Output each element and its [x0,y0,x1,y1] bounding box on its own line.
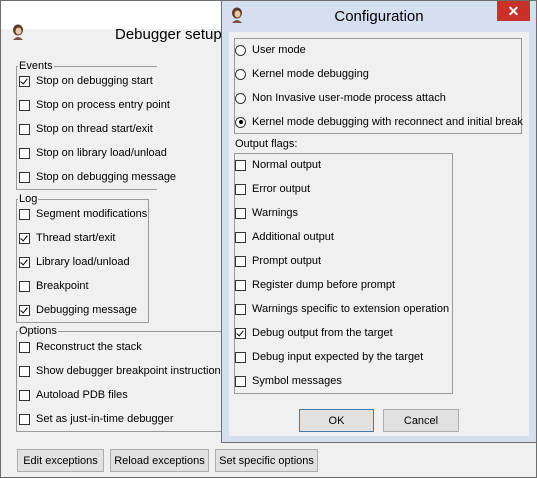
checkbox-icon[interactable] [19,232,30,244]
app-portrait-icon [13,24,23,40]
output-flag-checkbox-label: Warnings [252,207,299,219]
output-flags-label: Output flags: [235,138,298,150]
events-checkbox-label: Stop on debugging start [36,75,153,87]
checkbox-icon[interactable] [19,280,30,292]
output-flag-checkbox-prompt-output[interactable]: Prompt output [235,253,321,269]
checkbox-icon[interactable] [235,279,246,291]
output-flag-checkbox-label: Register dump before prompt [252,279,396,291]
checkbox-icon[interactable] [235,375,246,387]
checkbox-icon[interactable] [19,75,30,87]
options-group-title: Options [18,325,58,337]
log-checkbox-library-load-unload[interactable]: Library load/unload [19,254,130,270]
options-checkbox-label: Set as just-in-time debugger [36,413,174,425]
events-checkbox-stop-on-library-load-unload[interactable]: Stop on library load/unload [19,145,167,161]
output-flag-checkbox-label: Prompt output [252,255,322,267]
output-flag-checkbox-label: Debug output from the target [252,327,393,339]
reload-exceptions-button[interactable]: Reload exceptions [110,449,209,472]
set-specific-options-button[interactable]: Set specific options [215,449,318,472]
mode-radio-kernel-mode-debugging[interactable]: Kernel mode debugging [235,66,369,82]
log-checkbox-label: Thread start/exit [36,232,116,244]
output-flag-checkbox-label: Additional output [252,231,334,243]
radio-button-icon[interactable] [235,92,246,104]
ok-button[interactable]: OK [299,409,374,432]
mode-radio-label: Kernel mode debugging [252,68,369,80]
log-checkbox-label: Library load/unload [36,256,130,268]
options-checkbox-label: Autoload PDB files [36,389,128,401]
checkbox-icon[interactable] [19,99,30,111]
radio-button-icon[interactable] [235,116,246,128]
checkbox-icon[interactable] [235,207,246,219]
events-checkbox-label: Stop on debugging message [36,171,177,183]
checkbox-icon[interactable] [235,255,246,267]
output-flag-checkbox-label: Symbol messages [252,375,342,387]
checkbox-icon[interactable] [19,341,30,353]
output-flag-checkbox-label: Error output [252,183,311,195]
checkbox-icon[interactable] [235,183,246,195]
log-checkbox-label: Breakpoint [36,280,89,292]
checkbox-icon[interactable] [19,123,30,135]
mode-radio-kernel-mode-debugging-with-reconnect-and-initial-break[interactable]: Kernel mode debugging with reconnect and… [235,114,523,130]
output-flag-checkbox-debug-output-from-the-target[interactable]: Debug output from the target [235,325,393,341]
close-icon[interactable]: ✕ [497,1,530,21]
mode-radio-label: User mode [252,44,306,56]
configuration-dialog: Configuration ✕ User mode Kernel mode deb… [221,0,537,443]
events-checkbox-stop-on-debugging-start[interactable]: Stop on debugging start [19,73,153,89]
log-checkbox-label: Debugging message [36,304,137,316]
log-checkbox-debugging-message[interactable]: Debugging message [19,302,137,318]
options-checkbox-label: Show debugger breakpoint instruction [36,365,221,377]
checkbox-icon[interactable] [235,159,246,171]
output-flag-checkbox-additional-output[interactable]: Additional output [235,229,334,245]
output-flag-checkbox-warnings[interactable]: Warnings [235,205,298,221]
options-checkbox-show-debugger-breakpoint-instruction[interactable]: Show debugger breakpoint instruction [19,363,221,379]
cancel-button[interactable]: Cancel [383,409,459,432]
mode-radio-label: Kernel mode debugging with reconnect and… [252,116,523,128]
output-flag-checkbox-symbol-messages[interactable]: Symbol messages [235,373,342,389]
events-checkbox-label: Stop on library load/unload [36,147,167,159]
output-flag-checkbox-label: Warnings specific to extension operation [252,303,450,315]
events-checkbox-label: Stop on process entry point [36,99,170,111]
checkbox-icon[interactable] [19,208,30,220]
events-group-title: Events [18,60,54,72]
output-flag-checkbox-debug-input-expected-by-the-target[interactable]: Debug input expected by the target [235,349,423,365]
mode-radio-non-invasive-user-mode-process-attach[interactable]: Non Invasive user-mode process attach [235,90,446,106]
log-checkbox-breakpoint[interactable]: Breakpoint [19,278,89,294]
log-checkbox-thread-start-exit[interactable]: Thread start/exit [19,230,115,246]
options-checkbox-reconstruct-the-stack[interactable]: Reconstruct the stack [19,339,142,355]
edit-exceptions-button[interactable]: Edit exceptions [17,449,104,472]
events-checkbox-stop-on-process-entry-point[interactable]: Stop on process entry point [19,97,170,113]
checkbox-icon[interactable] [19,256,30,268]
checkbox-icon[interactable] [235,327,246,339]
output-flag-checkbox-warnings-specific-to-extension-operation[interactable]: Warnings specific to extension operation [235,301,449,317]
checkbox-icon[interactable] [235,231,246,243]
options-checkbox-autoload-pdb-files[interactable]: Autoload PDB files [19,387,128,403]
checkbox-icon[interactable] [235,303,246,315]
events-checkbox-stop-on-thread-start-exit[interactable]: Stop on thread start/exit [19,121,153,137]
checkbox-icon[interactable] [19,365,30,377]
events-checkbox-label: Stop on thread start/exit [36,123,153,135]
options-checkbox-set-as-just-in-time-debugger[interactable]: Set as just-in-time debugger [19,411,174,427]
checkbox-icon[interactable] [19,413,30,425]
checkbox-icon[interactable] [19,389,30,401]
log-checkbox-label: Segment modifications [36,208,148,220]
debugger-setup-title: Debugger setup [115,26,222,43]
output-flag-checkbox-error-output[interactable]: Error output [235,181,310,197]
checkbox-icon[interactable] [19,147,30,159]
radio-button-icon[interactable] [235,44,246,56]
log-group-title: Log [18,193,39,205]
checkbox-icon[interactable] [19,171,30,183]
radio-button-icon[interactable] [235,68,246,80]
checkbox-icon[interactable] [19,304,30,316]
mode-radio-label: Non Invasive user-mode process attach [252,92,446,104]
checkbox-icon[interactable] [235,351,246,363]
configuration-dialog-body: User mode Kernel mode debugging Non Invasi… [229,32,529,436]
configuration-dialog-title: Configuration [334,8,424,25]
log-checkbox-segment-modifications[interactable]: Segment modifications [19,206,147,222]
events-checkbox-stop-on-debugging-message[interactable]: Stop on debugging message [19,169,176,185]
output-flag-checkbox-label: Normal output [252,159,322,171]
output-flag-checkbox-register-dump-before-prompt[interactable]: Register dump before prompt [235,277,395,293]
output-flag-checkbox-label: Debug input expected by the target [252,351,424,363]
mode-radio-user-mode[interactable]: User mode [235,42,306,58]
options-checkbox-label: Reconstruct the stack [36,341,142,353]
output-flag-checkbox-normal-output[interactable]: Normal output [235,157,321,173]
